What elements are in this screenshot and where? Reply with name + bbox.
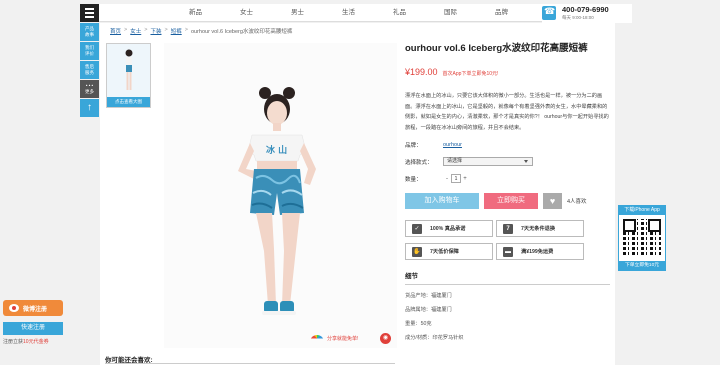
breadcrumb-separator: >	[164, 27, 168, 33]
style-select[interactable]: 请选择	[443, 157, 533, 166]
floating-sidebar: 产品 故事 我们 评价 售后 服务 • • • 更多 ↑	[80, 23, 99, 118]
buy-now-button[interactable]: 立即购买	[484, 193, 538, 209]
register-bonus-highlight: 10元代金券	[23, 339, 49, 345]
quantity-input[interactable]: 1	[451, 174, 461, 183]
spec-material: 成分/材质：印花罗马针织	[405, 335, 464, 341]
weibo-register-label: 微博注册	[23, 306, 48, 313]
authentic-icon: ✓	[412, 223, 422, 234]
product-thumbnail[interactable]: 点击查看大图	[106, 43, 151, 108]
qr-caption: 下单立即免10元	[619, 261, 665, 270]
app-promo-link[interactable]: 首次App下单立即免10元!	[443, 70, 499, 77]
quick-register-button[interactable]: 快速注册	[3, 322, 63, 335]
back-to-top-button[interactable]: ↑	[80, 99, 99, 117]
breadcrumb-separator: >	[184, 27, 188, 33]
service-hours: 每天 9:00-18:00	[562, 15, 594, 20]
weibo-share-icon[interactable]: ◉	[380, 333, 391, 344]
like-count: 4人喜欢	[567, 199, 587, 205]
divider	[105, 363, 395, 364]
sidebar-tab-more[interactable]: • • • 更多	[80, 80, 99, 98]
breadcrumb-home[interactable]: 首页	[110, 27, 121, 37]
phone-number: 400-079-6990	[562, 5, 609, 14]
sidebar-tab-service[interactable]: 售后 服务	[80, 61, 99, 79]
register-widget: 微博注册 快速注册 注册立获10元代金券	[3, 300, 68, 352]
breadcrumb-bottoms[interactable]: 下装	[150, 27, 161, 37]
calendar-7-icon: 7	[503, 223, 513, 234]
heart-icon[interactable]: ♥	[543, 193, 562, 209]
guarantee-label: 7天低价保障	[430, 249, 459, 255]
breadcrumb-women[interactable]: 女士	[130, 27, 141, 37]
breadcrumb-shorts[interactable]: 短裤	[171, 27, 182, 37]
service-guarantees: ✓ 100% 真品承诺 7 7天无条件退换 ✋ 7天低价保障 ▬ 满¥199免运…	[405, 220, 615, 260]
phone-icon	[542, 6, 556, 20]
quantity-increase-button[interactable]: +	[461, 176, 469, 182]
spec-brand-origin: 品牌属地：福建厦门	[405, 307, 452, 313]
qr-title: 下载iPhone App	[619, 206, 665, 215]
nav-item-brands[interactable]: 品牌	[476, 4, 527, 22]
svg-text:冰 山: 冰 山	[266, 144, 287, 156]
price-row: ¥199.00 首次App下单立即免10元!	[405, 67, 615, 77]
umbrella-icon	[310, 334, 324, 342]
quantity-label: 数量：	[405, 176, 422, 183]
brand-label: 品牌：	[405, 143, 422, 149]
weibo-icon	[9, 304, 19, 312]
register-bonus: 注册立获10元代金券	[3, 338, 68, 345]
breadcrumb-separator: >	[124, 27, 128, 33]
add-to-cart-button[interactable]: 加入购物车	[405, 193, 479, 209]
app-download-widget[interactable]: 下载iPhone App 下单立即免10元	[618, 205, 666, 271]
top-navigation-bar: 新品 女士 男士 生活 礼品 国际 品牌	[80, 4, 615, 22]
product-page: 首页 > 女士 > 下装 > 短裤 > ourhour vol.6 Iceber…	[100, 23, 615, 365]
sidebar-tab-reviews[interactable]: 我们 评价	[80, 42, 99, 60]
quantity-stepper: - 1 +	[443, 174, 469, 183]
main-nav: 新品 女士 男士 生活 礼品 国际 品牌	[170, 4, 527, 22]
breadcrumb-separator: >	[144, 27, 148, 33]
spec-origin: 货品产地：福建厦门	[405, 293, 452, 299]
brand-row: 品牌： ourhour	[405, 141, 615, 149]
sidebar-tab-story[interactable]: 产品 故事	[80, 23, 99, 41]
style-row: 选择款式： 请选择	[405, 157, 615, 166]
register-bonus-text: 注册立获	[3, 339, 24, 345]
guarantee-shipping: ▬ 满¥199免运费	[496, 243, 584, 260]
thumbnail-caption: 点击查看大图	[107, 97, 150, 107]
product-price: ¥199.00	[405, 67, 438, 77]
guarantee-label: 满¥199免运费	[521, 249, 554, 255]
breadcrumb-current: ourhour vol.6 Iceberg水波纹印花高腰短裤	[190, 29, 293, 35]
contact-phone: 400-079-6990 每天 9:00-18:00	[542, 4, 632, 23]
share-promo-label: 分享就能免单!	[327, 335, 359, 342]
qr-code-icon	[623, 219, 661, 257]
nav-item-new[interactable]: 新品	[170, 4, 221, 22]
style-label: 选择款式：	[405, 159, 433, 166]
quantity-row: 数量： - 1 +	[405, 174, 615, 183]
product-info: ourhour vol.6 Iceberg水波纹印花高腰短裤 ¥199.00 首…	[405, 43, 615, 341]
truck-icon: ▬	[503, 246, 513, 257]
nav-item-international[interactable]: 国际	[425, 4, 476, 22]
nav-item-gifts[interactable]: 礼品	[374, 4, 425, 22]
share-promo[interactable]: 分享就能免单!	[310, 332, 358, 344]
nav-item-women[interactable]: 女士	[221, 4, 272, 22]
spec-weight: 重量：50克	[405, 321, 432, 327]
breadcrumb: 首页 > 女士 > 下装 > 短裤 > ourhour vol.6 Iceber…	[110, 27, 292, 37]
product-description: 漂浮在水面上的冰山，只要它该大体积的微小一部分。生活也是一样，被一分为二的画面。…	[405, 93, 609, 131]
handshake-icon: ✋	[412, 246, 422, 257]
purchase-actions: 加入购物车 立即购买 ♥ 4人喜欢	[405, 193, 615, 209]
product-title: ourhour vol.6 Iceberg水波纹印花高腰短裤	[405, 43, 588, 54]
brand-link[interactable]: ourhour	[443, 142, 462, 148]
guarantee-label: 7天无条件退换	[521, 226, 556, 232]
guarantee-authentic: ✓ 100% 真品承诺	[405, 220, 493, 237]
weibo-register-button[interactable]: 微博注册	[3, 300, 63, 316]
nav-item-life[interactable]: 生活	[323, 4, 374, 22]
guarantee-label: 100% 真品承诺	[430, 226, 466, 232]
main-product-image[interactable]: 冰 山	[164, 43, 397, 348]
guarantee-price: ✋ 7天低价保障	[405, 243, 493, 260]
quantity-decrease-button[interactable]: -	[443, 176, 451, 182]
thumbnail-model-image	[125, 49, 133, 90]
nav-item-men[interactable]: 男士	[272, 4, 323, 22]
guarantee-returns: 7 7天无条件退换	[496, 220, 584, 237]
details-heading: 细节	[405, 270, 610, 285]
menu-icon[interactable]	[80, 4, 99, 22]
